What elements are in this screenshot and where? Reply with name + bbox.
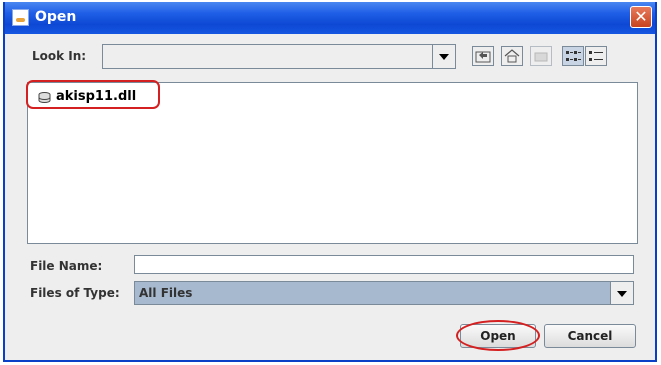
up-one-level-icon — [475, 51, 491, 63]
list-view-icon — [566, 51, 581, 61]
open-highlight-annotation — [456, 320, 540, 351]
file-highlight-annotation — [26, 80, 160, 109]
chevron-down-icon[interactable] — [610, 282, 633, 304]
close-button[interactable]: ✕ — [630, 6, 652, 28]
list-view-button[interactable] — [562, 46, 584, 66]
cancel-button[interactable]: Cancel — [544, 324, 636, 348]
java-app-icon — [12, 9, 29, 26]
details-view-icon — [589, 51, 603, 61]
open-dialog: Open ✕ Look In: akisp11.dll — [3, 2, 657, 362]
chevron-down-icon[interactable] — [432, 45, 455, 68]
home-button[interactable] — [501, 46, 523, 66]
up-one-level-button[interactable] — [472, 46, 494, 66]
look-in-label: Look In: — [32, 49, 87, 63]
home-icon — [504, 49, 520, 63]
new-folder-icon — [534, 52, 548, 62]
file-name-field[interactable] — [134, 255, 634, 274]
files-of-type-combo[interactable]: All Files — [134, 281, 634, 305]
files-of-type-label: Files of Type: — [30, 286, 120, 300]
new-folder-button[interactable] — [530, 46, 552, 66]
files-of-type-value: All Files — [139, 286, 193, 300]
window-title: Open — [35, 9, 77, 25]
title-bar[interactable]: Open ✕ — [5, 2, 655, 34]
details-view-button[interactable] — [585, 46, 607, 66]
look-in-combo[interactable] — [102, 44, 456, 69]
file-name-label: File Name: — [30, 259, 103, 273]
